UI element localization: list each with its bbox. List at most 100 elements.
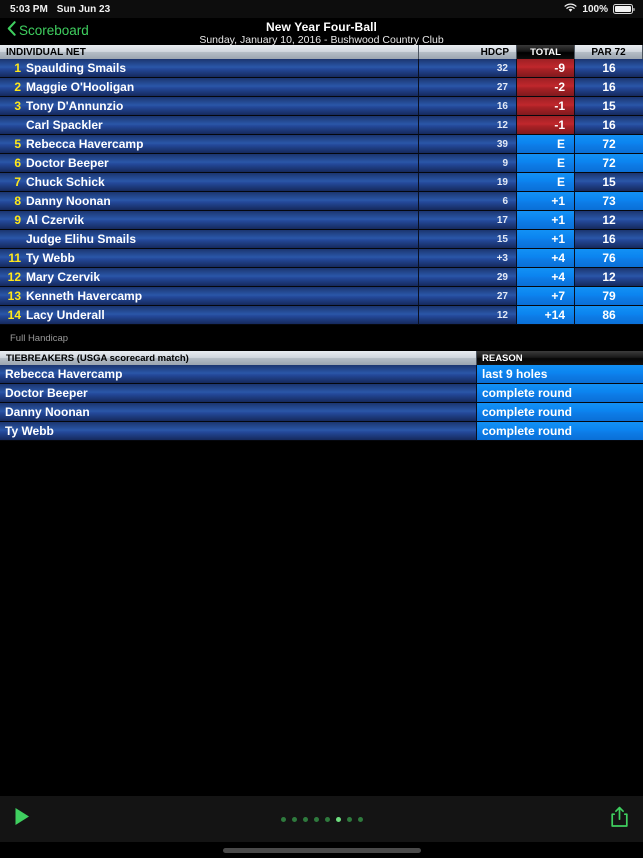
page-dot[interactable]	[291, 816, 297, 822]
table-row[interactable]: 1 Spaulding Smails 32 -9 16	[0, 59, 643, 78]
table-row[interactable]: 12 Mary Czervik 29 +4 12	[0, 268, 643, 287]
back-button[interactable]: Scoreboard	[7, 21, 89, 39]
player-name: Al Czervik	[26, 213, 85, 227]
table-row[interactable]: 9 Al Czervik 17 +1 12	[0, 211, 643, 230]
home-indicator-area	[0, 842, 643, 858]
player-total: -2	[517, 78, 575, 97]
player-hdcp: 9	[419, 154, 517, 173]
player-total: -1	[517, 116, 575, 135]
player-name: Doctor Beeper	[26, 156, 109, 170]
page-dot[interactable]	[346, 816, 352, 822]
player-total: +7	[517, 287, 575, 306]
tiebreakers-column-header-name: TIEBREAKERS (USGA scorecard match)	[0, 351, 477, 365]
tiebreakers-section: TIEBREAKERS (USGA scorecard match) REASO…	[0, 351, 643, 441]
play-icon[interactable]	[14, 807, 31, 831]
tiebreaker-player-name: Doctor Beeper	[0, 384, 477, 403]
player-rank: 9	[14, 213, 21, 227]
player-hdcp: 15	[419, 230, 517, 249]
player-total: +4	[517, 268, 575, 287]
player-rank: 11	[8, 251, 21, 265]
column-header-total: TOTAL	[517, 45, 575, 59]
player-hdcp: 6	[419, 192, 517, 211]
table-body: 1 Spaulding Smails 32 -9 16 2 Maggie O'Hooliga…	[0, 59, 643, 325]
page-dot[interactable]	[313, 816, 319, 822]
back-button-label: Scoreboard	[19, 22, 89, 38]
tiebreakers-column-header-reason: REASON	[477, 351, 643, 365]
player-rank: 13	[7, 289, 21, 303]
player-par-score: 79	[575, 287, 643, 306]
table-row[interactable]: 8 Danny Noonan 6 +1 73	[0, 192, 643, 211]
player-par-score: 16	[575, 59, 643, 78]
tiebreaker-row[interactable]: Rebecca Havercamp last 9 holes	[0, 365, 643, 384]
player-name-cell: 12 Mary Czervik	[0, 268, 419, 287]
player-name-cell: 8 Danny Noonan	[0, 192, 419, 211]
player-hdcp: 12	[419, 116, 517, 135]
tiebreaker-row[interactable]: Doctor Beeper complete round	[0, 384, 643, 403]
page-dot[interactable]	[280, 816, 286, 822]
tiebreaker-reason: complete round	[477, 422, 643, 441]
tiebreaker-row[interactable]: Ty Webb complete round	[0, 422, 643, 441]
table-row[interactable]: 14 Lacy Underall 12 +14 86	[0, 306, 643, 325]
table-row[interactable]: 13 Kenneth Havercamp 27 +7 79	[0, 287, 643, 306]
player-hdcp: 39	[419, 135, 517, 154]
table-row[interactable]: Judge Elihu Smails 15 +1 16	[0, 230, 643, 249]
player-name: Mary Czervik	[26, 270, 101, 284]
column-header-par: PAR 72	[575, 45, 643, 59]
battery-percent-label: 100%	[582, 3, 608, 15]
player-name-cell: Judge Elihu Smails	[0, 230, 419, 249]
table-row[interactable]: 11 Ty Webb +3 +4 76	[0, 249, 643, 268]
page-indicator-dots[interactable]	[0, 816, 643, 822]
tiebreaker-player-name: Danny Noonan	[0, 403, 477, 422]
player-rank: 2	[14, 80, 21, 94]
player-rank: 5	[14, 137, 21, 151]
tiebreaker-player-name: Rebecca Havercamp	[0, 365, 477, 384]
table-row[interactable]: 3 Tony D'Annunzio 16 -1 15	[0, 97, 643, 116]
page-dot[interactable]	[302, 816, 308, 822]
player-par-score: 12	[575, 268, 643, 287]
table-header-row: INDIVIDUAL NET HDCP TOTAL PAR 72	[0, 45, 643, 59]
player-name: Tony D'Annunzio	[26, 99, 124, 113]
player-name: Rebecca Havercamp	[26, 137, 144, 151]
player-par-score: 86	[575, 306, 643, 325]
player-name: Judge Elihu Smails	[26, 232, 137, 246]
player-par-score: 73	[575, 192, 643, 211]
player-hdcp: 19	[419, 173, 517, 192]
player-total: -9	[517, 59, 575, 78]
player-name-cell: 6 Doctor Beeper	[0, 154, 419, 173]
table-row[interactable]: 7 Chuck Schick 19 E 15	[0, 173, 643, 192]
table-row[interactable]: 5 Rebecca Havercamp 39 E 72	[0, 135, 643, 154]
tiebreaker-reason: complete round	[477, 403, 643, 422]
tiebreakers-header-row: TIEBREAKERS (USGA scorecard match) REASO…	[0, 351, 643, 365]
player-par-score: 12	[575, 211, 643, 230]
player-par-score: 76	[575, 249, 643, 268]
player-hdcp: 12	[419, 306, 517, 325]
player-total: E	[517, 173, 575, 192]
table-row[interactable]: Carl Spackler 12 -1 16	[0, 116, 643, 135]
player-rank: 8	[14, 194, 21, 208]
status-bar: 5:03 PM Sun Jun 23 100%	[0, 0, 643, 18]
player-total: E	[517, 154, 575, 173]
player-par-score: 15	[575, 173, 643, 192]
tiebreaker-row[interactable]: Danny Noonan complete round	[0, 403, 643, 422]
share-icon[interactable]	[610, 806, 629, 833]
player-par-score: 16	[575, 78, 643, 97]
page-dot[interactable]	[324, 816, 330, 822]
status-date: Sun Jun 23	[56, 3, 111, 15]
player-par-score: 72	[575, 135, 643, 154]
table-row[interactable]: 2 Maggie O'Hooligan 27 -2 16	[0, 78, 643, 97]
player-name-cell: 13 Kenneth Havercamp	[0, 287, 419, 306]
player-name-cell: 11 Ty Webb	[0, 249, 419, 268]
table-row[interactable]: 6 Doctor Beeper 9 E 72	[0, 154, 643, 173]
player-rank: 12	[7, 270, 21, 284]
player-hdcp: 16	[419, 97, 517, 116]
home-indicator[interactable]	[222, 847, 421, 853]
column-header-hdcp: HDCP	[419, 45, 517, 59]
chevron-left-icon	[7, 21, 16, 39]
player-name-cell: 7 Chuck Schick	[0, 173, 419, 192]
page-dot[interactable]	[335, 816, 341, 822]
page-subtitle: Sunday, January 10, 2016 - Bushwood Coun…	[199, 34, 444, 46]
player-total: E	[517, 135, 575, 154]
tiebreaker-player-name: Ty Webb	[0, 422, 477, 441]
page-dot[interactable]	[357, 816, 363, 822]
player-name-cell: Carl Spackler	[0, 116, 419, 135]
